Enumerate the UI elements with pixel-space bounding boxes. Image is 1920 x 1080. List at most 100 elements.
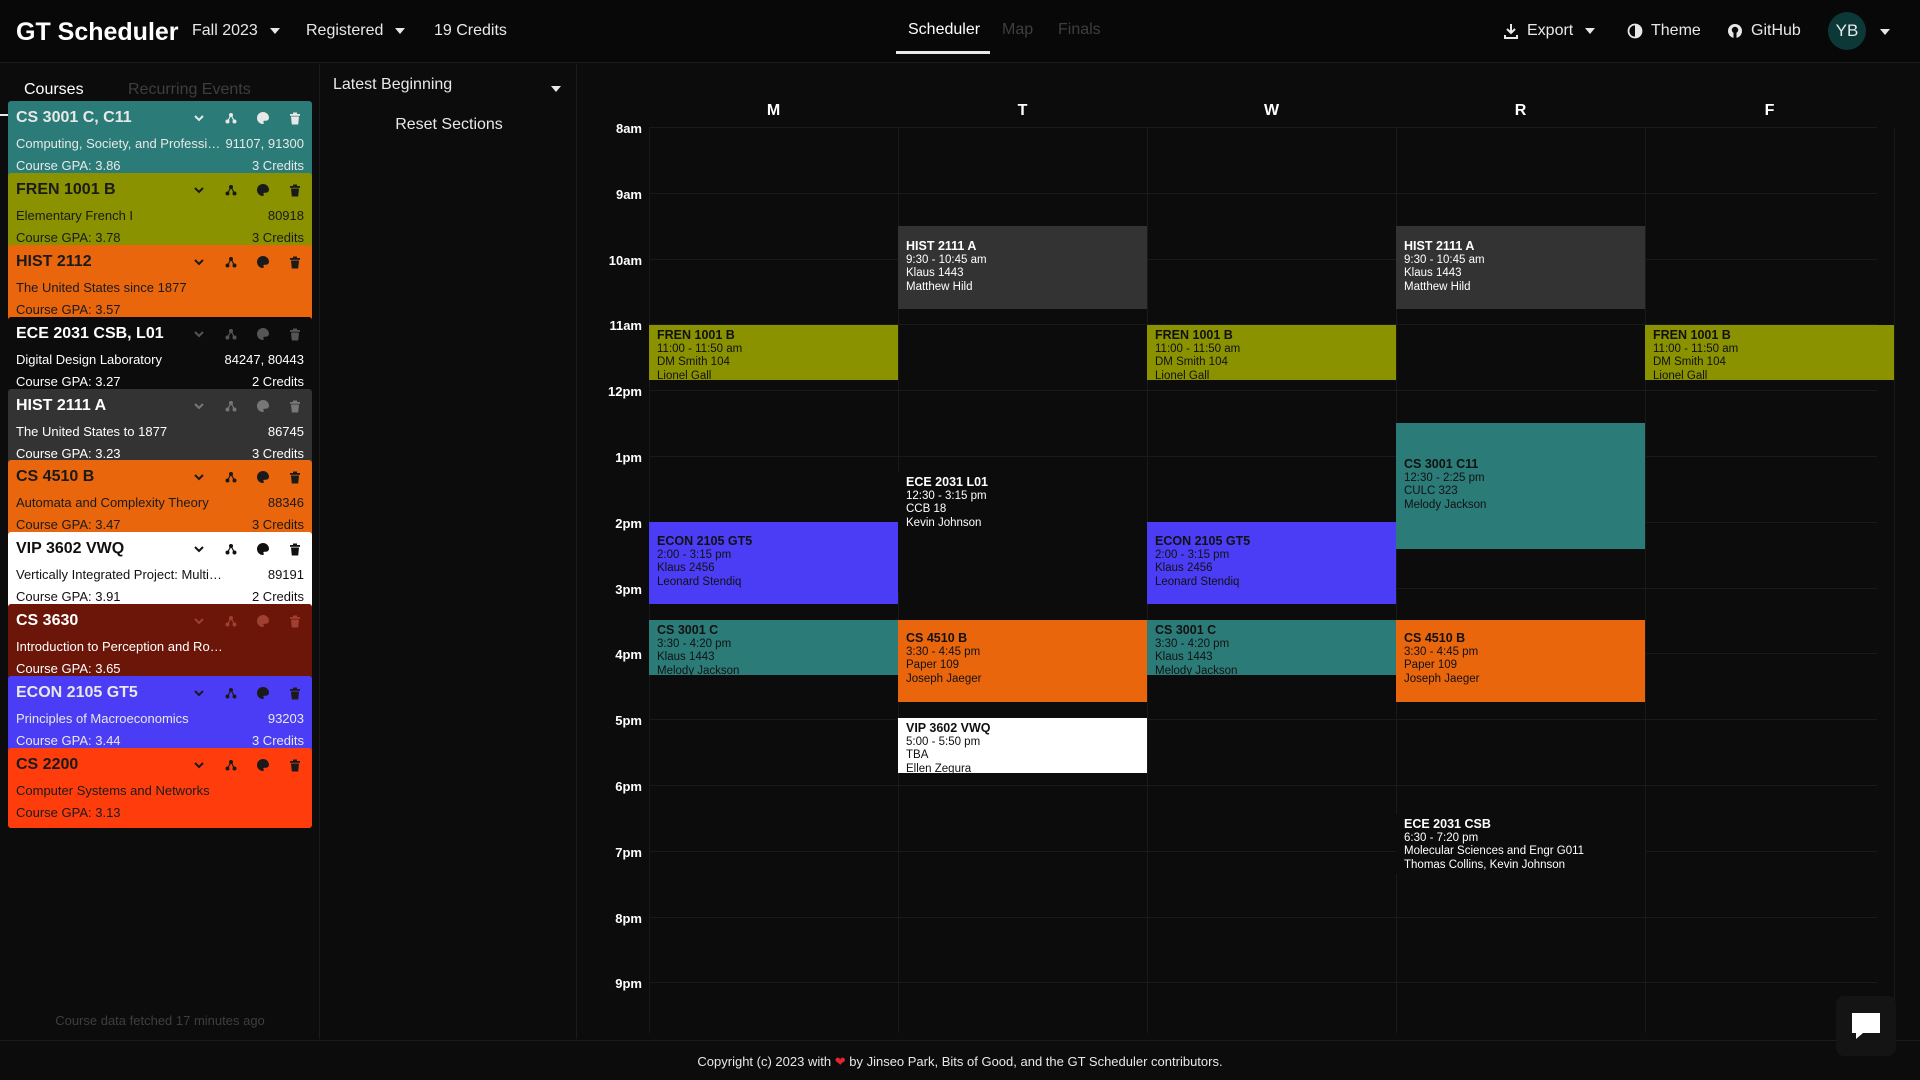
calendar-event[interactable]: CS 3001 C 3:30 - 4:20 pm Klaus 1443 Melody …	[649, 620, 898, 675]
trash-icon[interactable]	[286, 109, 304, 127]
calendar-event[interactable]: ECON 2105 GT5 2:00 - 3:15 pm Klaus 2456 Leo…	[1147, 522, 1396, 604]
calendar-event[interactable]: FREN 1001 B 11:00 - 11:50 am DM Smith 104 L…	[1147, 325, 1396, 380]
term-select[interactable]: Fall 2023	[192, 22, 280, 40]
calendar-event[interactable]: HIST 2111 A 9:30 - 10:45 am Klaus 1443 Matt…	[898, 226, 1147, 309]
event-time: 3:30 - 4:20 pm	[1155, 637, 1230, 650]
palette-icon[interactable]	[254, 468, 272, 486]
event-loc: Paper 109	[1404, 659, 1458, 671]
github-link[interactable]: GitHub	[1727, 22, 1801, 40]
chevron-down-icon[interactable]	[190, 325, 208, 343]
calendar-event[interactable]: CS 4510 B 3:30 - 4:45 pm Paper 109 Joseph J…	[898, 620, 1147, 702]
course-card[interactable]: HIST 2111 A The United States to 1877 8674…	[8, 389, 312, 469]
event-time: 6:30 - 7:20 pm	[1404, 831, 1479, 844]
calendar-event[interactable]: CS 3001 C 3:30 - 4:20 pm Klaus 1443 Melody …	[1147, 620, 1396, 675]
calendar-event[interactable]: HIST 2111 A 9:30 - 10:45 am Klaus 1443 Matt…	[1396, 226, 1645, 309]
sections-icon[interactable]	[222, 109, 240, 127]
palette-icon[interactable]	[254, 684, 272, 702]
event-code: FREN 1001 B	[1653, 328, 1731, 342]
calendar-event[interactable]: ECE 2031 CSB 6:30 - 7:20 pm Molecular Scie…	[1396, 814, 1645, 874]
chevron-down-icon[interactable]	[190, 468, 208, 486]
calendar-event[interactable]: CS 4510 B 3:30 - 4:45 pm Paper 109 Joseph J…	[1396, 620, 1645, 702]
trash-icon[interactable]	[286, 325, 304, 343]
course-title: Digital Design Laboratory	[16, 352, 162, 367]
course-card[interactable]: CS 3630 Introduction to Perception and Ro…	[8, 604, 312, 684]
chevron-down-icon[interactable]	[190, 612, 208, 630]
sections-icon[interactable]	[222, 181, 240, 199]
course-credits: 3 Credits	[251, 733, 304, 748]
calendar-event[interactable]: ECE 2031 L01 12:30 - 3:15 pm CCB 18 Kevin J…	[898, 472, 1147, 592]
sections-icon[interactable]	[222, 540, 240, 558]
course-card[interactable]: ECON 2105 GT5 Principles of Macroeconomic…	[8, 676, 312, 756]
course-card[interactable]: CS 2200 Computer Systems and Networks Cour…	[8, 748, 312, 828]
chevron-down-icon[interactable]	[190, 684, 208, 702]
export-button[interactable]: Export	[1503, 22, 1596, 40]
avatar[interactable]: YB	[1828, 12, 1866, 50]
chevron-down-icon[interactable]	[190, 540, 208, 558]
course-card[interactable]: FREN 1001 B Elementary French I 80918 Cours…	[8, 173, 312, 253]
trash-icon[interactable]	[286, 253, 304, 271]
chat-button[interactable]	[1836, 996, 1896, 1056]
chevron-down-icon[interactable]	[190, 756, 208, 774]
palette-icon[interactable]	[254, 397, 272, 415]
tab-map[interactable]: Map	[1002, 21, 1033, 39]
trash-icon[interactable]	[286, 540, 304, 558]
sections-icon[interactable]	[222, 468, 240, 486]
hour-label: 12pm	[608, 384, 642, 400]
course-card[interactable]: CS 3001 C, C11 Computing, Society, and Pr…	[8, 101, 312, 181]
palette-icon[interactable]	[254, 325, 272, 343]
chevron-down-icon[interactable]	[190, 397, 208, 415]
course-card[interactable]: ECE 2031 CSB, L01 Digital Design Laborato…	[8, 317, 312, 397]
trash-icon[interactable]	[286, 756, 304, 774]
theme-button[interactable]: Theme	[1627, 22, 1701, 40]
palette-icon[interactable]	[254, 612, 272, 630]
version-select[interactable]: Registered	[306, 22, 406, 40]
chevron-down-icon[interactable]	[190, 253, 208, 271]
calendar-event[interactable]: ECON 2105 GT5 2:00 - 3:15 pm Klaus 2456 Leo…	[649, 522, 898, 604]
course-crn: 91107, 91300	[225, 136, 304, 151]
course-code: VIP 3602 VWQ	[16, 540, 125, 557]
tab-finals[interactable]: Finals	[1058, 21, 1101, 39]
chevron-down-icon[interactable]	[190, 181, 208, 199]
course-card[interactable]: CS 4510 B Automata and Complexity Theory 8…	[8, 460, 312, 540]
event-code: ECON 2105 GT5	[1155, 534, 1251, 548]
course-crn: 84247, 80443	[224, 352, 304, 367]
calendar-event[interactable]: FREN 1001 B 11:00 - 11:50 am DM Smith 104 L…	[649, 325, 898, 380]
chevron-down-icon[interactable]	[190, 109, 208, 127]
trash-icon[interactable]	[286, 181, 304, 199]
tab-recurring-events[interactable]: Recurring Events	[128, 81, 251, 99]
reset-sections-button[interactable]: Reset Sections	[333, 116, 565, 134]
account-chevron-down-icon[interactable]	[1880, 29, 1890, 35]
sections-icon[interactable]	[222, 325, 240, 343]
palette-icon[interactable]	[254, 109, 272, 127]
palette-icon[interactable]	[254, 181, 272, 199]
event-code: CS 4510 B	[906, 631, 968, 645]
sections-icon[interactable]	[222, 397, 240, 415]
trash-icon[interactable]	[286, 684, 304, 702]
chevron-down-icon	[1585, 28, 1596, 34]
fetch-status: Course data fetched 17 minutes ago	[55, 1013, 265, 1028]
sections-icon[interactable]	[222, 253, 240, 271]
event-time: 12:30 - 2:25 pm	[1404, 471, 1485, 484]
sort-select[interactable]: Latest Beginning	[333, 76, 565, 104]
calendar-event[interactable]: FREN 1001 B 11:00 - 11:50 am DM Smith 104 L…	[1645, 325, 1894, 380]
day-header: W	[1263, 102, 1280, 119]
trash-icon[interactable]	[286, 397, 304, 415]
course-code: HIST 2111 A	[16, 397, 107, 414]
calendar-event[interactable]: CS 3001 C11 12:30 - 2:25 pm CULC 323 Melody…	[1396, 423, 1645, 549]
calendar-event[interactable]: VIP 3602 VWQ 5:00 - 5:50 pm TBA Ellen Zegur…	[898, 718, 1147, 773]
tab-scheduler[interactable]: Scheduler	[908, 21, 980, 39]
sections-icon[interactable]	[222, 756, 240, 774]
trash-icon[interactable]	[286, 468, 304, 486]
course-actions	[190, 468, 304, 486]
trash-icon[interactable]	[286, 612, 304, 630]
palette-icon[interactable]	[254, 756, 272, 774]
sections-icon[interactable]	[222, 612, 240, 630]
course-card[interactable]: VIP 3602 VWQ Vertically Integrated Projec…	[8, 532, 312, 612]
event-instr: Thomas Collins, Kevin Johnson	[1404, 858, 1566, 871]
sections-icon[interactable]	[222, 684, 240, 702]
tab-courses[interactable]: Courses	[24, 81, 84, 99]
palette-icon[interactable]	[254, 253, 272, 271]
course-card[interactable]: HIST 2112 The United States since 1877 Cou…	[8, 245, 312, 325]
course-gpa: Course GPA: 3.44	[16, 733, 121, 748]
palette-icon[interactable]	[254, 540, 272, 558]
